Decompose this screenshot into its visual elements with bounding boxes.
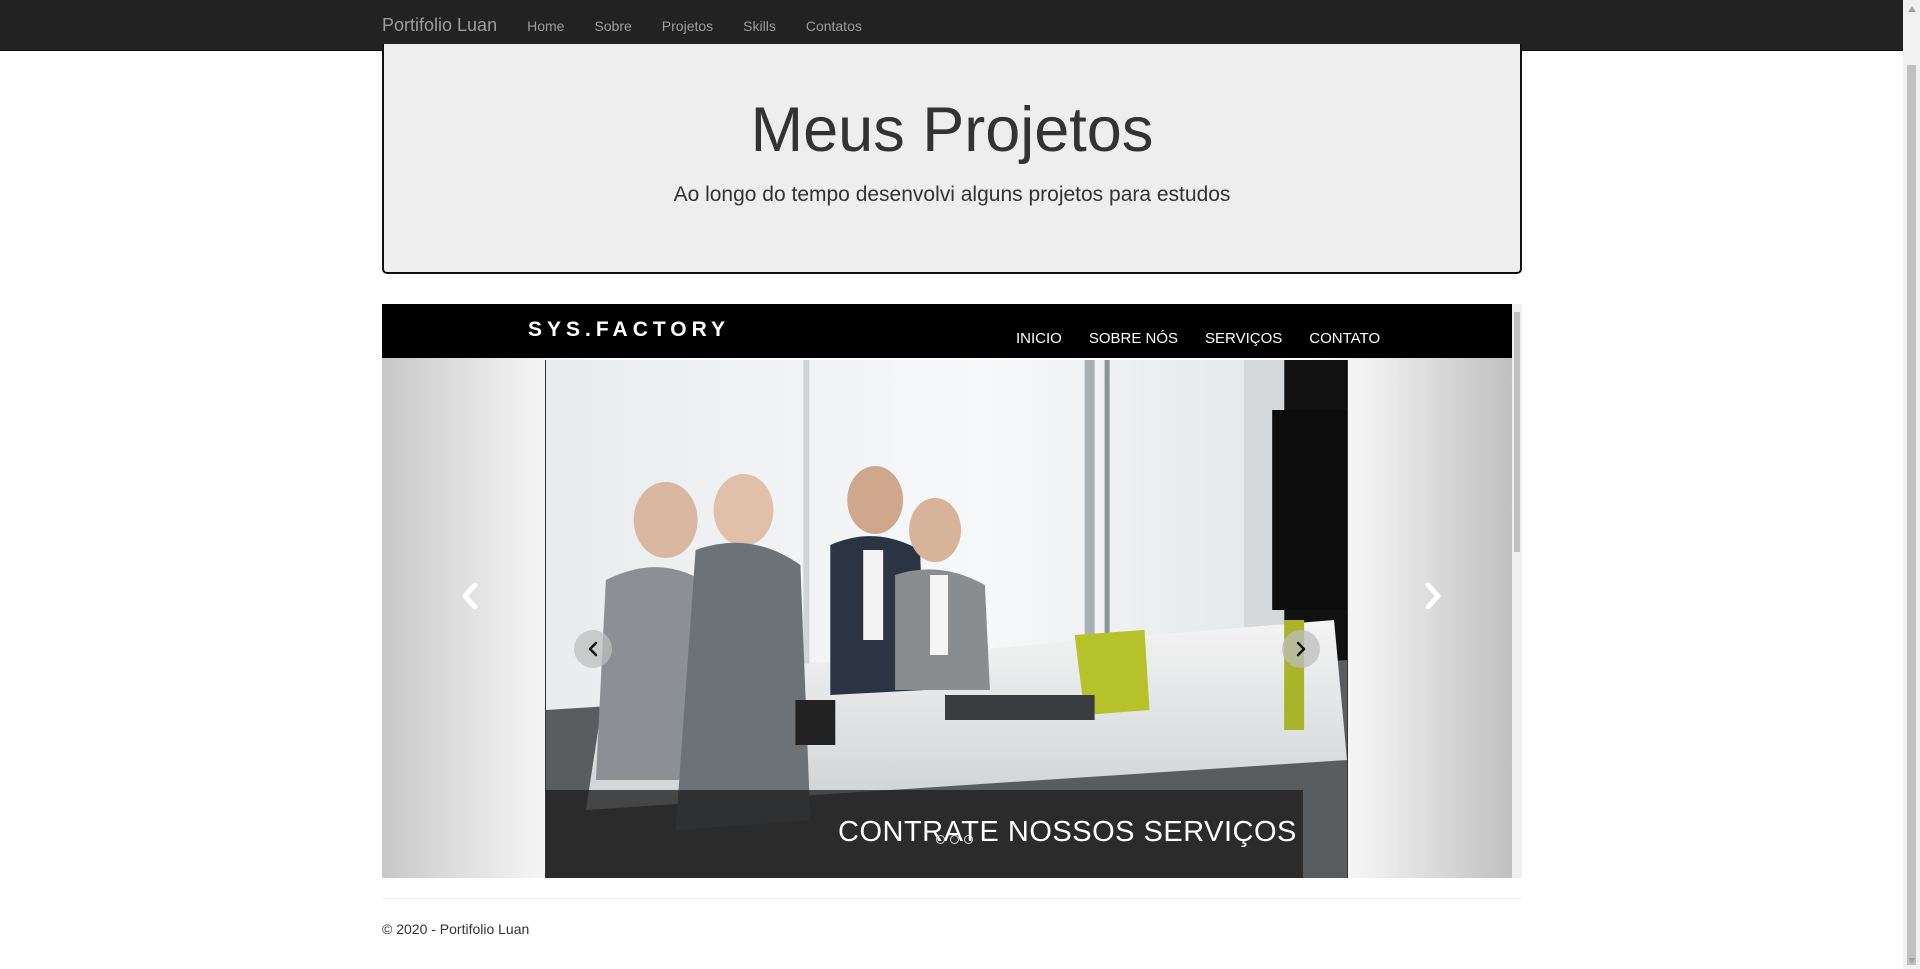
nav-link-projetos[interactable]: Projetos — [662, 18, 713, 34]
page-scroll-thumb[interactable] — [1907, 65, 1916, 965]
project-logo[interactable]: SYS.FACTORY — [528, 318, 730, 342]
nav-link-contatos[interactable]: Contatos — [806, 18, 862, 34]
nav-link-home[interactable]: Home — [527, 18, 564, 34]
slide-indicator[interactable] — [950, 835, 959, 844]
carousel-next-button[interactable] — [1416, 576, 1450, 616]
page-scrollbar[interactable] — [1903, 0, 1920, 969]
chevron-right-icon — [1425, 582, 1441, 610]
project-frame-scrollbar[interactable] — [1512, 304, 1522, 878]
project-menu-inicio[interactable]: INICIO — [1016, 330, 1062, 347]
project-slide: CONTRATE NOSSOS SERVIÇOS — [545, 360, 1348, 878]
footer-divider — [382, 898, 1522, 899]
scroll-down-arrow-icon[interactable] — [1903, 952, 1920, 969]
page-title: Meus Projetos — [750, 95, 1154, 165]
slide-indicator[interactable] — [936, 835, 945, 844]
page-subtitle: Ao longo do tempo desenvolvi alguns proj… — [673, 183, 1231, 206]
chevron-right-icon — [1296, 641, 1306, 657]
project-preview-frame[interactable]: SYS.FACTORY INICIO SOBRE NÓS SERVIÇOS CO… — [382, 304, 1522, 878]
projects-jumbotron: Meus Projetos Ao longo do tempo desenvol… — [382, 44, 1522, 274]
slide-next-button[interactable] — [1282, 630, 1320, 668]
project-header: SYS.FACTORY INICIO SOBRE NÓS SERVIÇOS CO… — [382, 304, 1512, 358]
navbar-brand[interactable]: Portifolio Luan — [382, 15, 497, 36]
slide-indicator[interactable] — [964, 835, 973, 844]
scroll-up-arrow-icon[interactable] — [1903, 0, 1920, 17]
project-menu-servicos[interactable]: SERVIÇOS — [1205, 330, 1282, 347]
project-menu-contato[interactable]: CONTATO — [1309, 330, 1380, 347]
nav-link-sobre[interactable]: Sobre — [594, 18, 631, 34]
project-menu-sobre-nos[interactable]: SOBRE NÓS — [1089, 330, 1178, 347]
slide-caption: CONTRATE NOSSOS SERVIÇOS — [838, 816, 1297, 848]
chevron-left-icon — [462, 582, 478, 610]
chevron-left-icon — [588, 641, 598, 657]
project-menu: INICIO SOBRE NÓS SERVIÇOS CONTATO — [1016, 330, 1407, 347]
footer-copyright: © 2020 - Portifolio Luan — [382, 921, 530, 937]
nav-link-skills[interactable]: Skills — [743, 18, 776, 34]
slide-prev-button[interactable] — [574, 630, 612, 668]
project-frame-scroll-thumb[interactable] — [1514, 312, 1520, 552]
carousel-prev-button[interactable] — [453, 576, 487, 616]
